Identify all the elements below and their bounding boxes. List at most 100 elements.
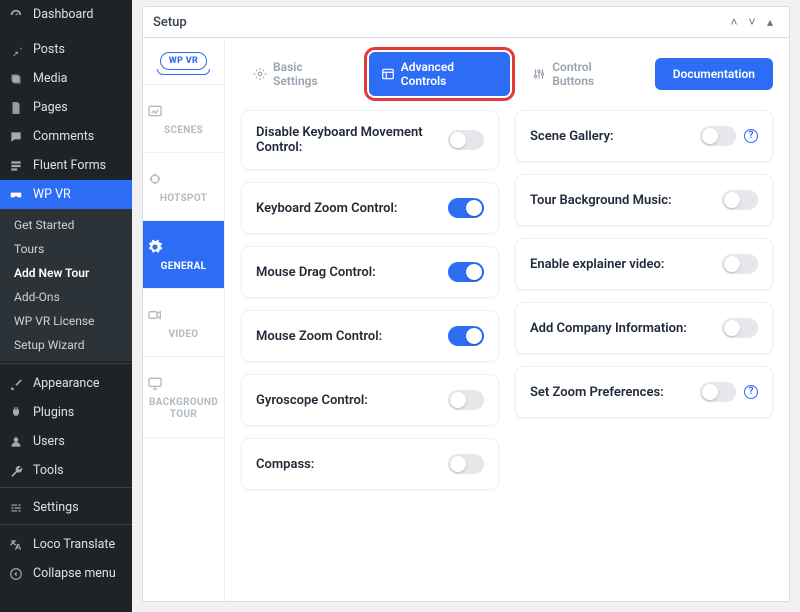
nav-label: Loco Translate <box>33 537 115 552</box>
nav-label: WP VR <box>33 187 71 202</box>
vtab-hotspot[interactable]: HOTSPOT <box>143 153 224 221</box>
nav-fluent-forms[interactable]: Fluent Forms <box>0 151 132 180</box>
setting-row: Tour Background Music: <box>515 174 773 226</box>
nav-wpvr[interactable]: WP VR <box>0 180 132 209</box>
toggle-switch[interactable] <box>448 262 484 282</box>
info-icon[interactable]: ? <box>744 385 758 399</box>
form-icon <box>9 159 25 173</box>
nav-label: Tools <box>33 463 64 478</box>
gear-icon <box>147 239 220 255</box>
metabox-down-icon[interactable]: ˅ <box>743 15 761 29</box>
nav-label: Collapse menu <box>33 566 116 581</box>
comment-icon <box>9 130 25 144</box>
setting-label: Scene Gallery: <box>530 129 614 144</box>
nav-appearance[interactable]: Appearance <box>0 369 132 398</box>
setup-title: Setup <box>153 15 187 30</box>
toggle-switch[interactable] <box>448 326 484 346</box>
sub-setup-wizard[interactable]: Setup Wizard <box>0 333 132 357</box>
nav-label: Dashboard <box>33 7 93 22</box>
setting-label: Set Zoom Preferences: <box>530 385 664 400</box>
sub-tours[interactable]: Tours <box>0 237 132 261</box>
toggle-switch[interactable] <box>722 254 758 274</box>
sub-add-new-tour[interactable]: Add New Tour <box>0 261 132 285</box>
user-icon <box>9 435 25 449</box>
general-content: Basic Settings Advanced Controls Control… <box>225 38 789 601</box>
nav-label: Plugins <box>33 405 74 420</box>
wp-admin-sidebar: Dashboard Posts Media Pages Comments Flu… <box>0 0 132 612</box>
toggle-switch[interactable] <box>448 390 484 410</box>
nav-loco[interactable]: Loco Translate <box>0 530 132 559</box>
screen-icon <box>147 375 220 391</box>
options-icon <box>9 501 25 515</box>
documentation-button[interactable]: Documentation <box>655 58 773 90</box>
target-icon <box>147 171 220 187</box>
nav-tools[interactable]: Tools <box>0 456 132 485</box>
setting-label: Enable explainer video: <box>530 257 664 272</box>
sub-add-ons[interactable]: Add-Ons <box>0 285 132 309</box>
tab-control-buttons[interactable]: Control Buttons <box>520 52 645 96</box>
vtab-video[interactable]: VIDEO <box>143 289 224 357</box>
nav-plugins[interactable]: Plugins <box>0 398 132 427</box>
vtab-scenes[interactable]: SCENES <box>143 85 224 153</box>
tab-advanced-controls[interactable]: Advanced Controls <box>369 52 510 96</box>
toggle-switch[interactable] <box>722 318 758 338</box>
metabox-toggle-icon[interactable]: ▴ <box>761 15 779 29</box>
setting-label: Add Company Information: <box>530 321 687 336</box>
settings-right-column: Scene Gallery:? Tour Background Music: Ena… <box>515 110 773 490</box>
tab-basic-settings[interactable]: Basic Settings <box>241 52 359 96</box>
nav-media[interactable]: Media <box>0 64 132 93</box>
vertical-tabs: WP VR SCENES HOTSPOT GENERA <box>143 38 225 601</box>
toggle-switch[interactable] <box>700 382 736 402</box>
brush-icon <box>9 377 25 391</box>
nav-pages[interactable]: Pages <box>0 93 132 122</box>
main-area: Setup ˄ ˅ ▴ WP VR SCENES <box>132 0 800 612</box>
setup-panel: WP VR SCENES HOTSPOT GENERA <box>142 38 790 602</box>
gear-outline-icon <box>253 67 267 81</box>
toggle-switch[interactable] <box>722 190 758 210</box>
video-icon <box>147 307 220 323</box>
media-icon <box>9 72 25 86</box>
setting-row: Mouse Zoom Control: <box>241 310 499 362</box>
image-icon <box>147 103 220 119</box>
toggle-switch[interactable] <box>700 126 736 146</box>
setup-metabox-header: Setup ˄ ˅ ▴ <box>142 6 790 38</box>
setting-row: Enable explainer video: <box>515 238 773 290</box>
wpvr-submenu: Get Started Tours Add New Tour Add-Ons W… <box>0 209 132 361</box>
brand-logo: WP VR <box>143 38 224 85</box>
setting-row: Compass: <box>241 438 499 490</box>
nav-dashboard[interactable]: Dashboard <box>0 0 132 29</box>
translate-icon <box>9 538 25 552</box>
setting-label: Compass: <box>256 457 314 472</box>
setting-row: Disable Keyboard Movement Control: <box>241 110 499 170</box>
vtab-general[interactable]: GENERAL <box>143 221 224 289</box>
pin-icon <box>9 43 25 57</box>
gauge-icon <box>9 8 25 22</box>
nav-label: Users <box>33 434 65 449</box>
nav-label: Appearance <box>33 376 100 391</box>
toggle-switch[interactable] <box>448 198 484 218</box>
nav-posts[interactable]: Posts <box>0 35 132 64</box>
vr-icon <box>9 188 25 202</box>
sub-get-started[interactable]: Get Started <box>0 213 132 237</box>
nav-label: Settings <box>33 500 79 515</box>
nav-comments[interactable]: Comments <box>0 122 132 151</box>
setting-label: Mouse Drag Control: <box>256 265 376 280</box>
metabox-up-icon[interactable]: ˄ <box>725 15 743 29</box>
info-icon[interactable]: ? <box>744 129 758 143</box>
settings-left-column: Disable Keyboard Movement Control:Keyboa… <box>241 110 499 490</box>
setting-label: Gyroscope Control: <box>256 393 368 408</box>
setting-label: Tour Background Music: <box>530 193 672 208</box>
nav-collapse[interactable]: Collapse menu <box>0 559 132 588</box>
toggle-switch[interactable] <box>448 130 484 150</box>
nav-label: Fluent Forms <box>33 158 106 173</box>
setting-row: Set Zoom Preferences:? <box>515 366 773 418</box>
nav-users[interactable]: Users <box>0 427 132 456</box>
sub-license[interactable]: WP VR License <box>0 309 132 333</box>
plug-icon <box>9 406 25 420</box>
nav-settings[interactable]: Settings <box>0 493 132 522</box>
toggle-switch[interactable] <box>448 454 484 474</box>
wrench-icon <box>9 464 25 478</box>
setting-row: Scene Gallery:? <box>515 110 773 162</box>
setting-row: Mouse Drag Control: <box>241 246 499 298</box>
vtab-background-tour[interactable]: BACKGROUND TOUR <box>143 357 224 438</box>
